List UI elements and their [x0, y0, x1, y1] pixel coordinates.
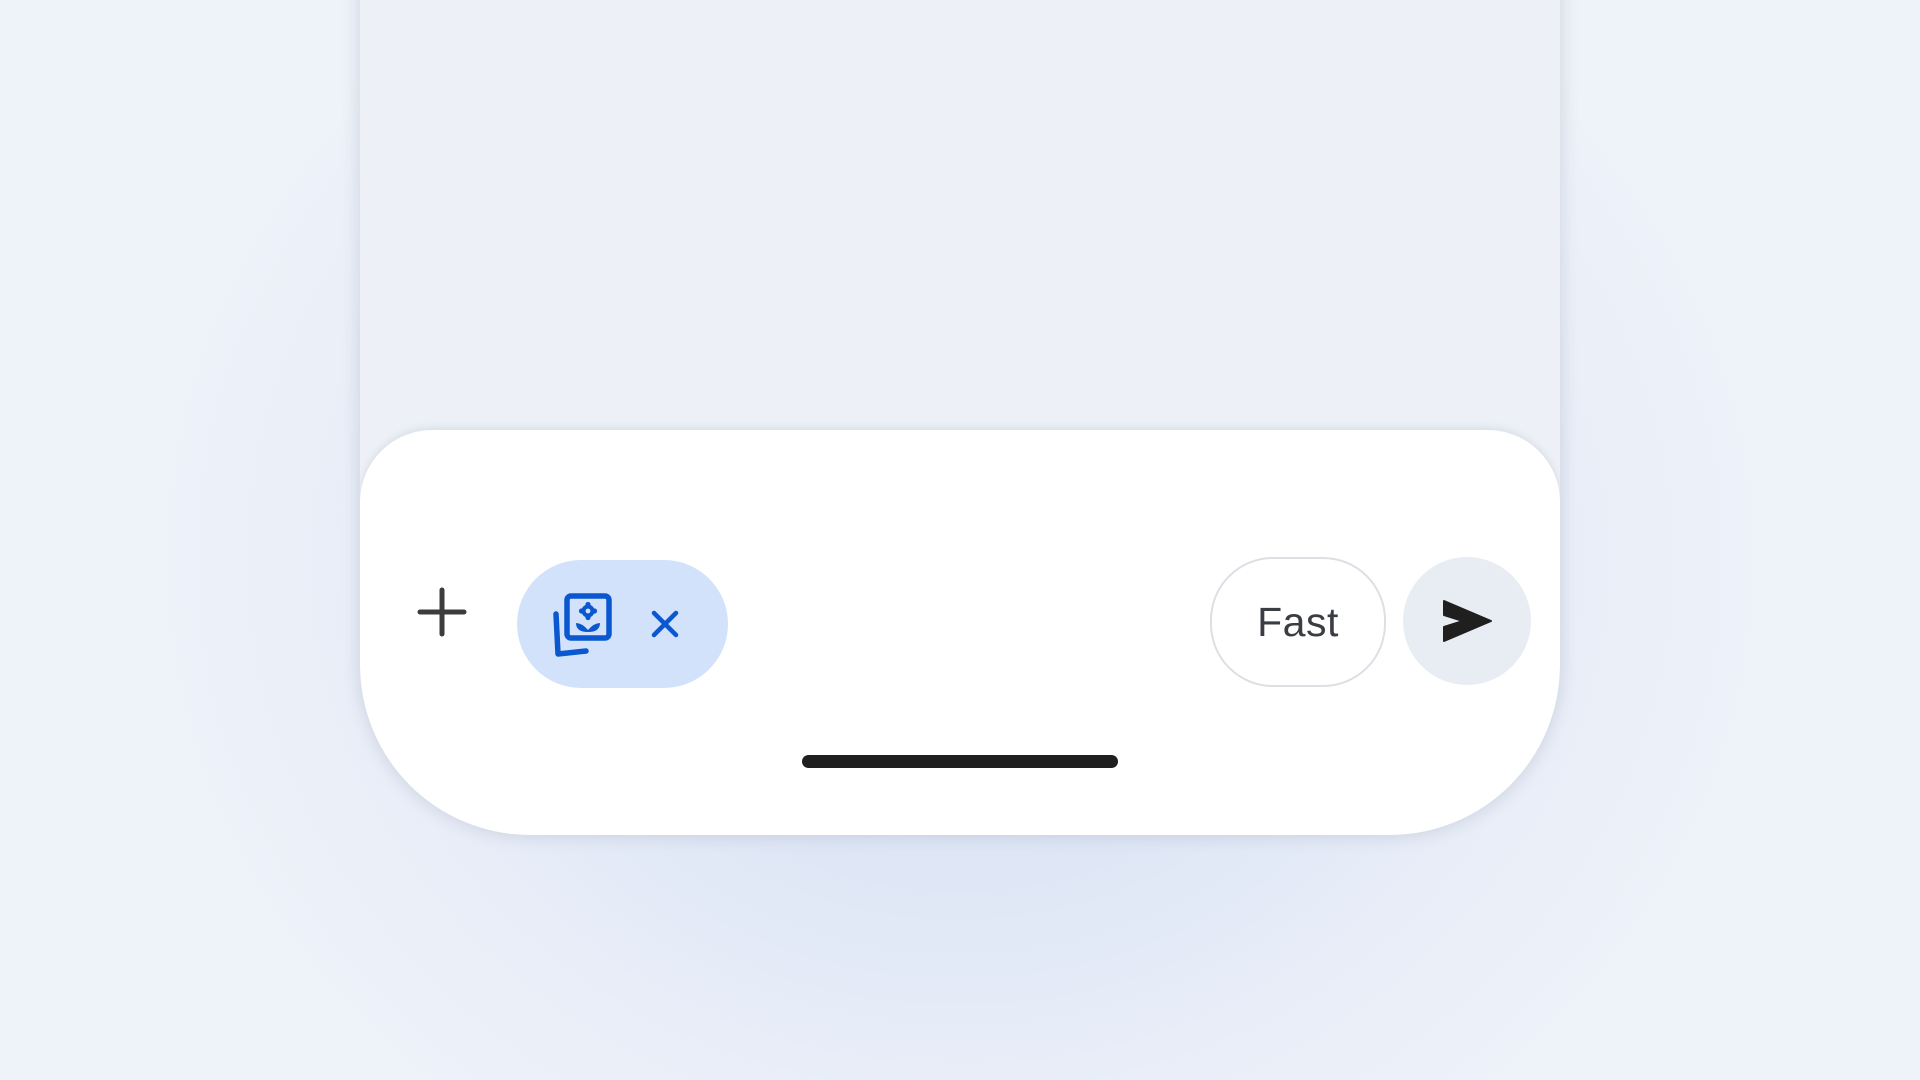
- send-button[interactable]: [1403, 557, 1531, 685]
- message-composer: Fast: [360, 430, 1560, 835]
- image-attachment-chip[interactable]: [517, 560, 728, 688]
- home-indicator[interactable]: [802, 755, 1118, 768]
- add-attachment-button[interactable]: [410, 580, 474, 644]
- phone-frame: Fast: [360, 0, 1560, 835]
- model-selector-label: Fast: [1257, 598, 1339, 645]
- remove-attachment-button[interactable]: [645, 604, 685, 644]
- model-selector-button[interactable]: Fast: [1210, 557, 1386, 687]
- close-icon: [651, 610, 679, 638]
- send-icon: [1443, 600, 1492, 642]
- plus-icon: [417, 587, 467, 637]
- image-gallery-icon: [553, 593, 612, 657]
